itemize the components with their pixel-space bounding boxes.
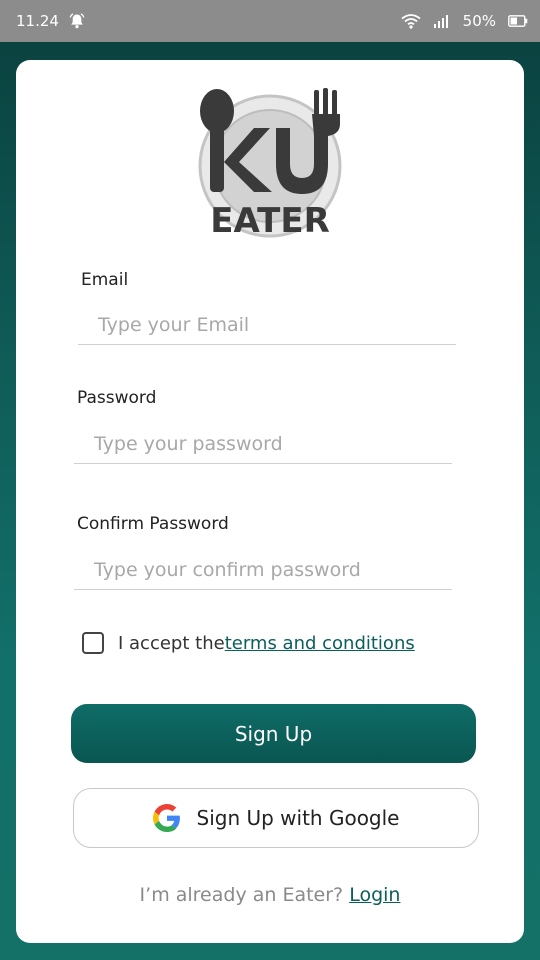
terms-row: I accept the terms and conditions <box>82 632 415 654</box>
password-label: Password <box>77 388 157 408</box>
email-field[interactable] <box>78 305 456 345</box>
confirm-password-field[interactable] <box>74 550 452 590</box>
signal-icon <box>433 13 451 29</box>
notification-bell-icon <box>69 13 85 29</box>
status-bar: 11.24 50% <box>0 0 540 42</box>
signup-button[interactable]: Sign Up <box>71 704 476 763</box>
google-icon <box>152 804 181 832</box>
terms-checkbox[interactable] <box>82 632 104 654</box>
email-label: Email <box>81 270 129 290</box>
status-right: 50% <box>401 12 528 30</box>
wifi-icon <box>401 13 421 29</box>
signup-card: EATER Email Password Confirm Password I … <box>16 60 524 943</box>
logo-graphic: EATER <box>198 88 342 241</box>
signup-button-label: Sign Up <box>234 721 313 746</box>
password-field[interactable] <box>74 424 452 464</box>
battery-percent: 50% <box>462 12 496 30</box>
google-button-label: Sign Up with Google <box>196 806 400 830</box>
confirm-password-label: Confirm Password <box>77 514 229 534</box>
ku-eater-logo: EATER <box>194 84 346 246</box>
logo-text: EATER <box>210 201 330 241</box>
login-prompt: I’m already an Eater? <box>139 884 350 906</box>
login-prompt-row: I’m already an Eater? Login <box>16 884 524 906</box>
google-signup-button[interactable]: Sign Up with Google <box>73 788 479 848</box>
terms-prefix: I accept the <box>118 632 225 654</box>
battery-icon <box>508 15 528 27</box>
terms-link[interactable]: terms and conditions <box>225 633 415 654</box>
status-time: 11.24 <box>16 12 59 30</box>
status-left: 11.24 <box>16 12 85 30</box>
login-link[interactable]: Login <box>349 884 400 906</box>
